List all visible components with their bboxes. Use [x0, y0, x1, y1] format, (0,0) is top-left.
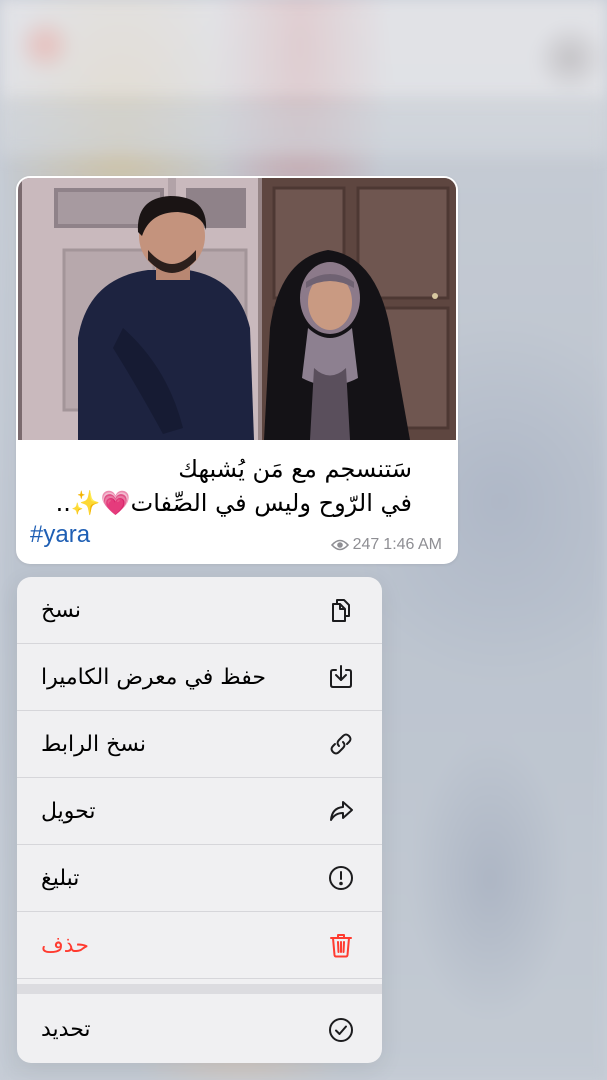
menu-item-label: نسخ	[41, 597, 81, 623]
blurred-pinned-bar	[0, 100, 607, 155]
hashtag-link[interactable]: #yara	[30, 521, 90, 549]
menu-item-select[interactable]: تحديد	[17, 996, 382, 1063]
link-icon	[326, 729, 356, 759]
menu-separator	[17, 984, 382, 994]
message-photo[interactable]	[18, 178, 456, 440]
menu-item-label: حذف	[41, 932, 89, 958]
menu-item-forward[interactable]: تحويل	[17, 778, 382, 845]
menu-item-delete[interactable]: حذف	[17, 912, 382, 979]
menu-item-copy[interactable]: نسخ	[17, 577, 382, 644]
trash-icon	[326, 930, 356, 960]
menu-item-label: تحويل	[41, 798, 96, 824]
caption-line: سَتنسجم مع مَن يُشبهك	[178, 455, 412, 483]
photo-couple-scene	[18, 178, 456, 440]
message-bubble[interactable]: سَتنسجم مع مَن يُشبهك في الرّوح وليس في …	[16, 176, 458, 564]
menu-item-label: تبليغ	[41, 865, 80, 891]
blurred-chat-header	[0, 0, 607, 100]
message-time: 1:46 AM	[383, 536, 442, 553]
menu-item-report[interactable]: تبليغ	[17, 845, 382, 912]
menu-item-label: حفظ في معرض الكاميرا	[41, 664, 266, 690]
message-meta: 247 1:46 AM	[330, 536, 442, 554]
forward-icon	[326, 796, 356, 826]
menu-item-label: تحديد	[41, 1017, 91, 1042]
report-icon	[326, 863, 356, 893]
views-count: 247	[352, 536, 380, 553]
caption-line: في الرّوح وليس في الصِّفات💗✨..	[55, 489, 412, 517]
checkmark-circle-icon	[326, 1015, 356, 1045]
save-to-gallery-icon	[326, 662, 356, 692]
message-caption: سَتنسجم مع مَن يُشبهك في الرّوح وليس في …	[22, 452, 412, 520]
message-context-menu: نسخ حفظ في معرض الكاميرا نسخ الرابط تحوي…	[17, 577, 382, 1063]
menu-item-copy-link[interactable]: نسخ الرابط	[17, 711, 382, 778]
menu-item-label: نسخ الرابط	[41, 731, 147, 757]
menu-item-save-to-gallery[interactable]: حفظ في معرض الكاميرا	[17, 644, 382, 711]
views-eye-icon	[330, 538, 349, 552]
copy-icon	[326, 595, 356, 625]
